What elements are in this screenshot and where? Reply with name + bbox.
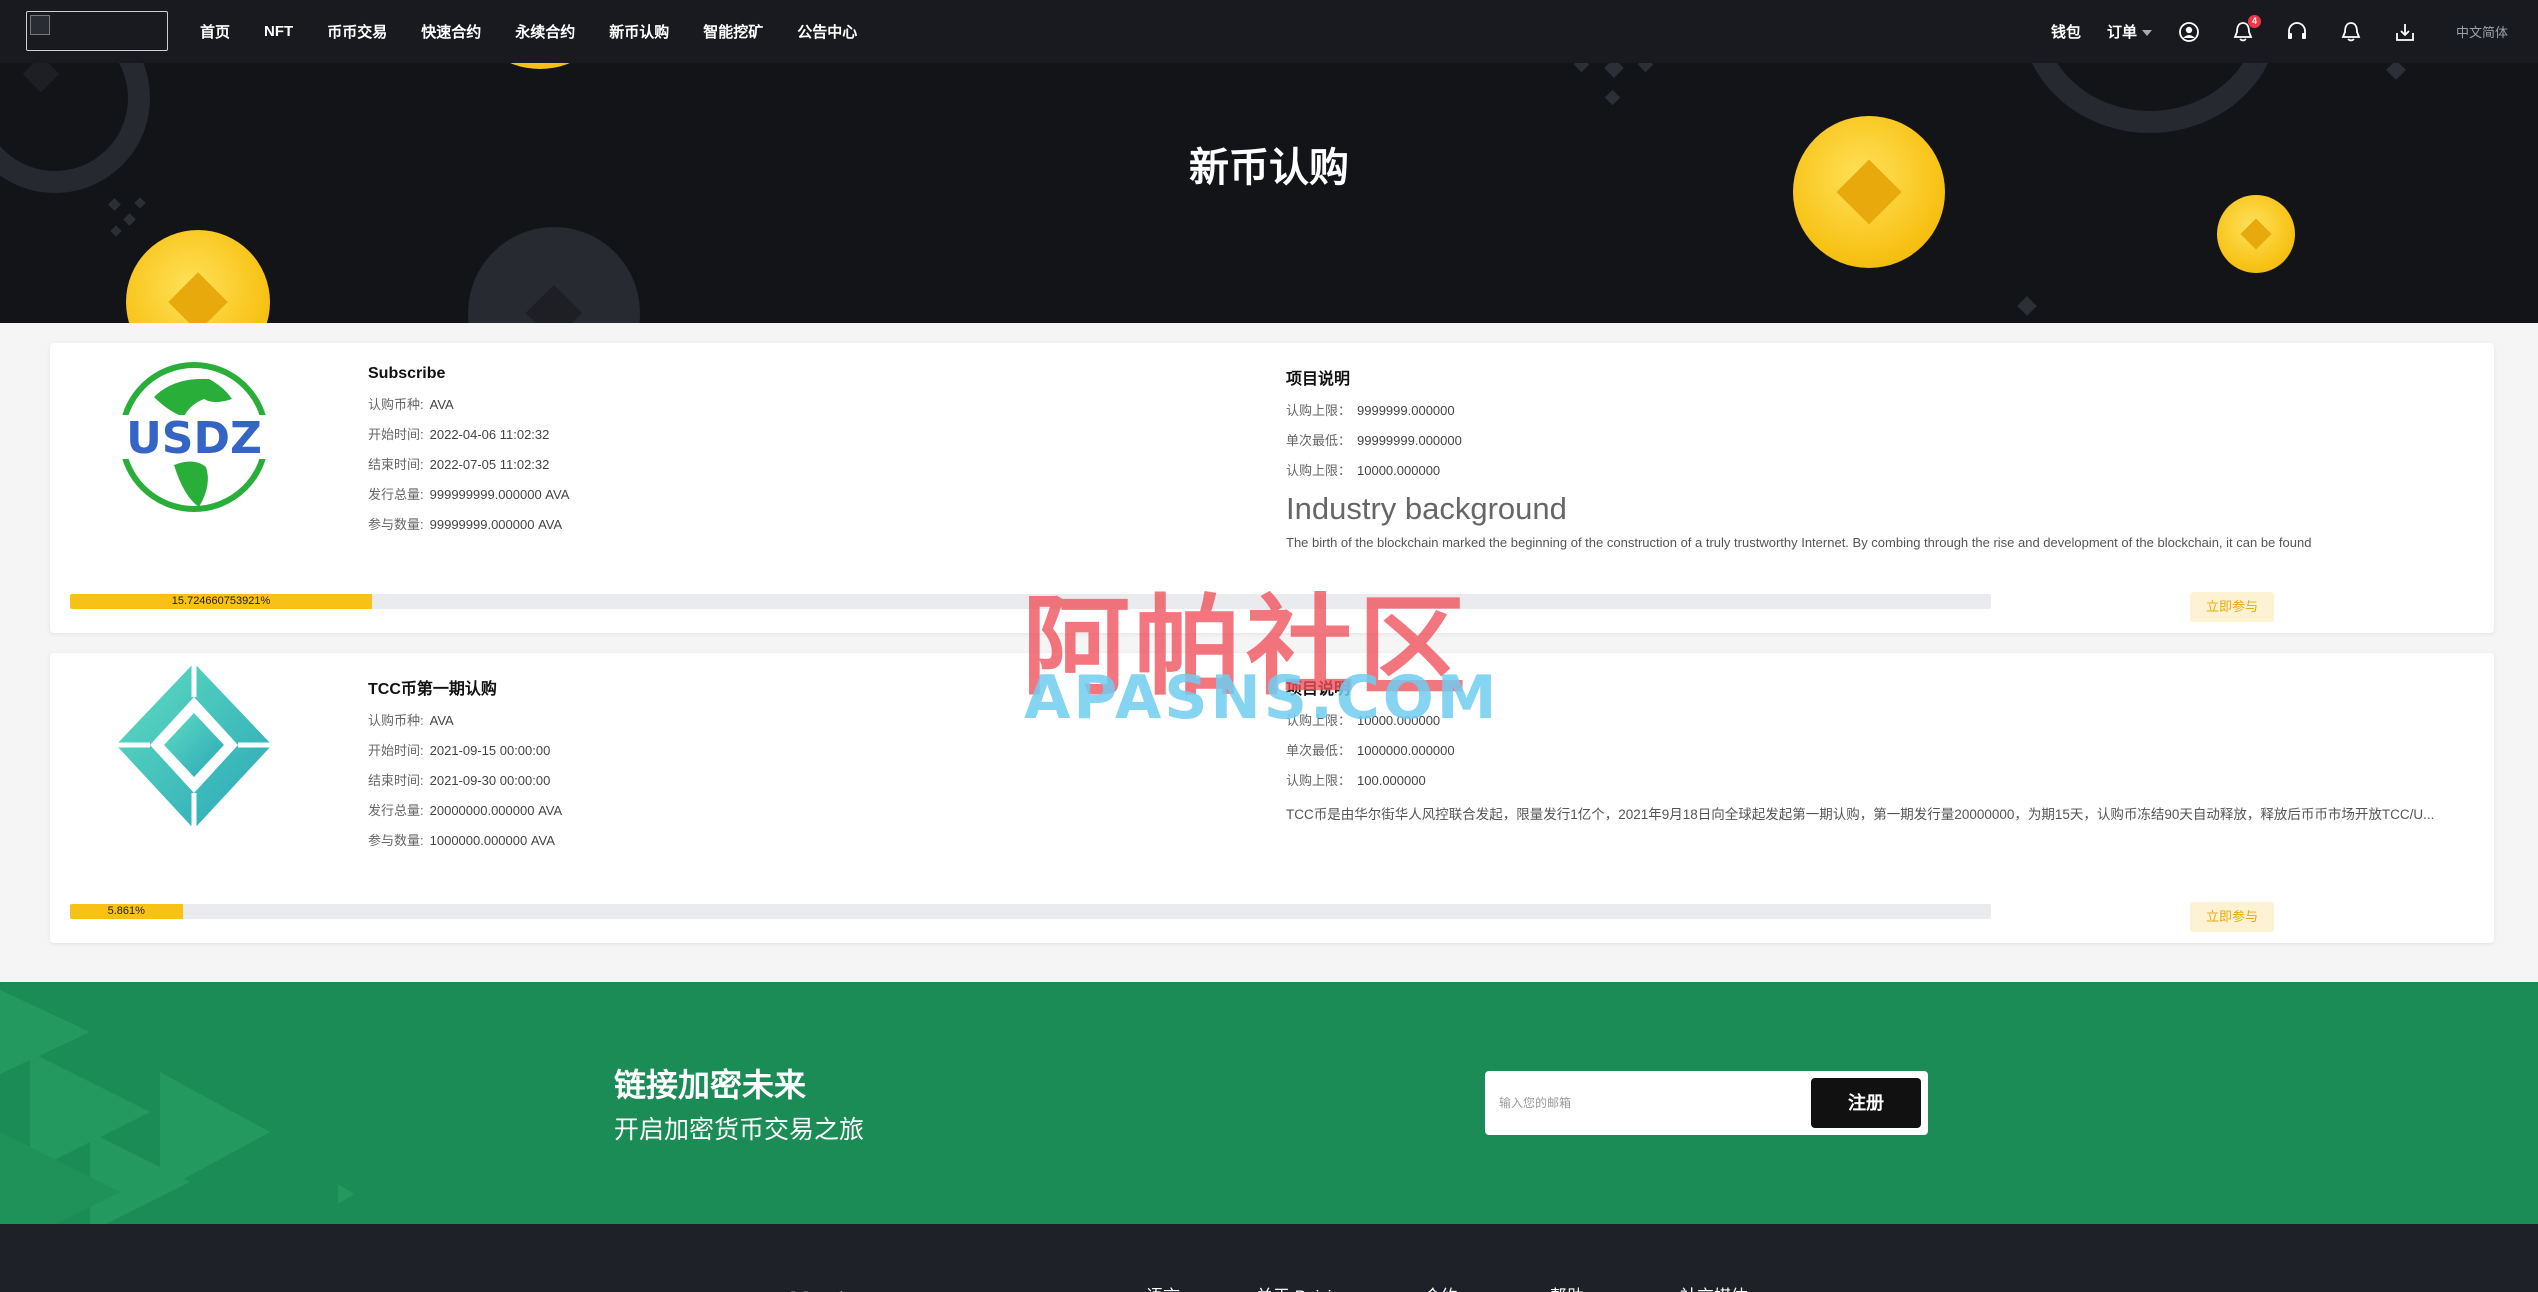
- cta-title: 链接加密未来: [614, 1067, 807, 1103]
- signup-section: 链接加密未来 开启加密货币交易之旅 注册: [0, 982, 2538, 1224]
- download-icon[interactable]: [2394, 21, 2416, 43]
- coin-row: 认购币种: AVA: [368, 397, 454, 412]
- decor-coin: [470, 63, 610, 69]
- decor-square: [123, 213, 136, 226]
- bell-icon[interactable]: [2340, 21, 2362, 43]
- nav-item-nft[interactable]: NFT: [264, 23, 293, 40]
- industry-body: The birth of the blockchain marked the b…: [1286, 535, 2312, 550]
- language-selector[interactable]: 中文简体: [2456, 22, 2508, 41]
- decor-coin: [126, 230, 270, 323]
- footer-link-contract[interactable]: 合约: [1424, 1282, 1458, 1292]
- max-row: 认购上限： 10000.000000: [1286, 463, 1441, 478]
- cta-subtitle: 开启加密货币交易之旅: [614, 1116, 865, 1144]
- footer-link-language[interactable]: 语言: [1146, 1282, 1180, 1292]
- decor-square: [1604, 89, 1621, 106]
- decor-dark-coin: [468, 227, 640, 323]
- industry-title: Industry background: [1286, 491, 1567, 526]
- watermark-en: APASNS.COM: [1024, 663, 1500, 733]
- usdz-logo: USDZ: [114, 357, 274, 517]
- email-input[interactable]: [1499, 1085, 1789, 1121]
- nav-item-perpetual[interactable]: 永续合约: [515, 21, 575, 42]
- nav-item-new-coin[interactable]: 新币认购: [609, 21, 669, 42]
- decor-triangle: [0, 1122, 120, 1224]
- user-icon[interactable]: [2178, 21, 2200, 43]
- page-title: 新币认购: [1189, 146, 1349, 190]
- decor-square: [1637, 63, 1654, 73]
- top-nav: 首页 NFT 币币交易 快速合约 永续合约 新币认购 智能挖矿 公告中心 钱包 …: [0, 0, 2538, 63]
- chevron-down-icon: [2141, 30, 2152, 37]
- min-row: 单次最低： 99999999.000000: [1286, 433, 1462, 448]
- decor-square: [108, 198, 121, 211]
- nav-right: 钱包 订单 4 中文简体: [2051, 0, 2538, 63]
- email-form: 注册: [1485, 1071, 1928, 1135]
- join-button[interactable]: 立即参与: [2190, 592, 2274, 622]
- nav-item-announcements[interactable]: 公告中心: [797, 21, 857, 42]
- decor-square: [2386, 63, 2406, 80]
- participants-row: 参与数量: 1000000.000000 AVA: [368, 833, 555, 848]
- headset-support-icon[interactable]: [2286, 21, 2308, 43]
- usdz-logo-text: USDZ: [126, 413, 262, 464]
- join-button[interactable]: 立即参与: [2190, 902, 2274, 932]
- total-supply-row: 发行总量: 999999999.000000 AVA: [368, 487, 570, 502]
- desc-title: 项目说明: [1286, 371, 1351, 388]
- project-description: TCC币是由华尔街华人风控联合发起，限量发行1亿个，2021年9月18日向全球起…: [1286, 807, 2435, 822]
- footer-brand: 下载应用: [740, 1280, 900, 1292]
- tcc-logo: [114, 661, 274, 829]
- logo-image[interactable]: [26, 11, 168, 51]
- footer-link-social[interactable]: 社交媒体: [1680, 1282, 1748, 1292]
- wallet-link[interactable]: 钱包: [2051, 21, 2081, 42]
- footer-link-about[interactable]: 关于 Bajsi: [1256, 1282, 1332, 1292]
- card-desc-column: 项目说明 认购上限： 9999999.000000 单次最低： 99999999.0…: [1286, 365, 2486, 550]
- card-info-column: Subscribe 认购币种: AVA 开始时间: 2022-04-06 11:02…: [368, 365, 569, 547]
- card-title: Subscribe: [368, 365, 446, 382]
- card-title: TCC币第一期认购: [368, 681, 497, 698]
- nav-item-quick-contract[interactable]: 快速合约: [421, 21, 481, 42]
- decor-square: [2017, 296, 2037, 316]
- page-banner: 新币认购: [0, 63, 2538, 323]
- notification-count-badge: 4: [2247, 14, 2261, 28]
- nav-item-mining[interactable]: 智能挖矿: [703, 21, 763, 42]
- end-time-row: 结束时间: 2021-09-30 00:00:00: [368, 773, 551, 788]
- card-info-column: TCC币第一期认购 认购币种: AVA 开始时间: 2021-09-15 00:00…: [368, 675, 562, 863]
- start-time-row: 开始时间: 2021-09-15 00:00:00: [368, 743, 551, 758]
- progress-fill: 15.724660753921%: [70, 594, 373, 609]
- nav-item-spot[interactable]: 币币交易: [327, 21, 387, 42]
- orders-dropdown[interactable]: 订单: [2107, 21, 2152, 42]
- min-row: 单次最低： 1000000.000000: [1286, 743, 1455, 758]
- end-time-row: 结束时间: 2022-07-05 11:02:32: [368, 457, 550, 472]
- progress-fill: 5.861%: [70, 904, 183, 919]
- total-supply-row: 发行总量: 20000000.000000 AVA: [368, 803, 563, 818]
- footer: 下载应用 语言 关于 Bajsi 合约 帮助 社交媒体: [0, 1224, 2538, 1292]
- decor-coin: [2217, 195, 2295, 273]
- register-button[interactable]: 注册: [1811, 1078, 1921, 1128]
- decor-ring: [2020, 63, 2280, 133]
- limit-row: 认购上限： 9999999.000000: [1286, 403, 1455, 418]
- decor-coin: [1793, 116, 1945, 268]
- decor-triangle: [338, 1184, 354, 1204]
- nav-menu: 首页 NFT 币币交易 快速合约 永续合约 新币认购 智能挖矿 公告中心: [200, 0, 891, 63]
- participants-row: 参与数量: 99999999.000000 AVA: [368, 517, 563, 532]
- nav-item-home[interactable]: 首页: [200, 21, 230, 42]
- progress-bar: 5.861%: [70, 904, 1991, 919]
- coin-row: 认购币种: AVA: [368, 713, 454, 728]
- start-time-row: 开始时间: 2022-04-06 11:02:32: [368, 427, 550, 442]
- notification-bell-icon[interactable]: 4: [2232, 14, 2261, 43]
- decor-square: [110, 225, 122, 237]
- footer-link-help[interactable]: 帮助: [1550, 1282, 1584, 1292]
- decor-square: [134, 197, 146, 209]
- decor-square: [1604, 63, 1624, 78]
- decor-square: [1573, 63, 1590, 73]
- max-row: 认购上限： 100.000000: [1286, 773, 1426, 788]
- orders-label: 订单: [2106, 24, 2137, 41]
